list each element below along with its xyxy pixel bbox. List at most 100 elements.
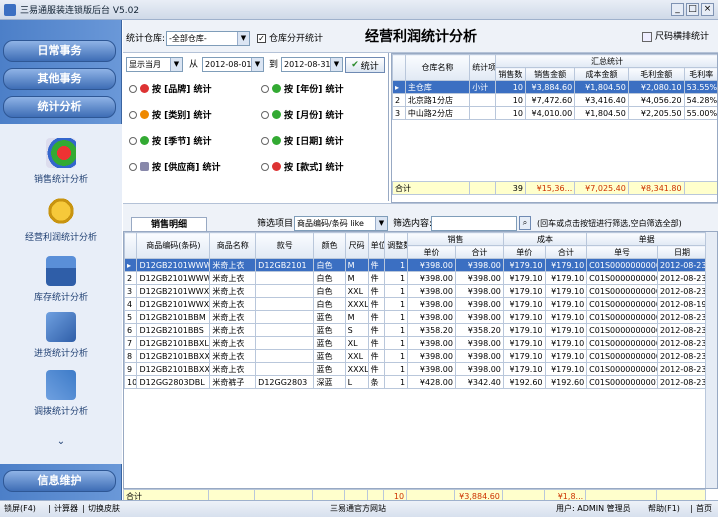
stat-button-label: 统计	[360, 61, 379, 72]
col-unit: 单位	[367, 232, 386, 259]
green-leaf-icon	[272, 84, 281, 93]
option-year[interactable]: 按 [年份] 统计	[261, 82, 344, 95]
col-sales-group: 销售	[407, 232, 504, 246]
table-row[interactable]: 4D12GB2101WWXXXL米奇上衣白色XXXL件1¥398.00¥398.…	[124, 297, 708, 311]
nav-other[interactable]: 其他事务	[3, 68, 116, 90]
warehouse-select[interactable]: -全部仓库- ▼	[166, 31, 250, 46]
option-date[interactable]: 按 [日期] 统计	[261, 134, 344, 147]
maximize-icon[interactable]: □	[686, 3, 699, 16]
period-select[interactable]: 显示当月 ▼	[126, 57, 183, 72]
table-row[interactable]: 7 D12GB2101BBXL 米奇上衣 蓝色 XL 件 1 ¥398.00 ¥398.00 ¥1…	[124, 336, 708, 350]
app-logo-icon	[4, 3, 16, 16]
option-brand[interactable]: 按 [品牌] 统计	[129, 82, 212, 95]
official-site-link[interactable]: 三易通官方网站	[330, 501, 386, 517]
option-label: 按 [季节] 统计	[152, 137, 212, 147]
stats-module-list: 销售统计分析 经营利润统计分析 库存统计分析 进货统计分析 调拨统计分析 ⌄	[0, 124, 122, 464]
from-label: 从	[189, 60, 199, 70]
col-order-no: 单号	[586, 245, 658, 259]
filter-go-button[interactable]: ⌕	[519, 216, 531, 230]
stat-button[interactable]: ✔ 统计	[345, 57, 385, 73]
switch-skin-link[interactable]: 切换皮肤	[88, 501, 120, 517]
transfer-icon	[46, 370, 76, 400]
purchase-icon	[46, 312, 76, 342]
col-sales-price: 单价	[407, 245, 456, 259]
help-link[interactable]: 帮助(F1)	[648, 501, 680, 517]
table-row[interactable]: 3 中山路2分店 10 ¥4,010.00 ¥1,804.50 ¥2,205.50 55.…	[392, 106, 717, 120]
summary-table: 仓库名称 统计项目 汇总统计 销售数 销售金额 成本金额 毛利金额 毛利率 ▸主…	[391, 53, 718, 203]
col-product-code: 商品编码(条码)	[136, 232, 211, 259]
box-icon	[140, 162, 149, 171]
summary-total-row: 合计 39 ¥15,36... ¥7,025.40 ¥8,341.80	[392, 181, 717, 195]
module-purchase-stats[interactable]: 进货统计分析	[0, 312, 122, 359]
calculator-link[interactable]: 计算器	[54, 501, 78, 517]
table-row[interactable]: 9D12GB2101BBXXXL米奇上衣蓝色XXXL件1¥398.00¥398.…	[124, 362, 708, 376]
table-row[interactable]: 6 D12GB2101BBS 米奇上衣 蓝色 S 件 1 ¥358.20 ¥358.20 ¥179…	[124, 323, 708, 337]
warehouse-label: 统计仓库:	[126, 34, 166, 44]
col-cost-group: 成本	[502, 232, 588, 246]
option-label: 按 [供应商] 统计	[152, 163, 221, 173]
table-row[interactable]: ▸ D12GB2101WWW 米奇上衣 D12GB2101 白色 M 件 1 ¥398.00 ¥3…	[124, 258, 708, 272]
option-label: 按 [类别] 统计	[152, 111, 212, 121]
tab-sales-detail[interactable]: 销售明细	[131, 217, 207, 232]
size-horizontal-toggle[interactable]: 尺码横排统计	[655, 31, 709, 43]
col-cost-total: 合计	[544, 245, 588, 259]
col-cost-price: 单价	[502, 245, 546, 259]
sep: |	[690, 504, 693, 513]
home-link[interactable]: 首页	[696, 501, 712, 517]
table-row[interactable]: ▸ 主仓库 小计 10 ¥3,884.60 ¥1,804.50 ¥2,080.10 53.5…	[392, 80, 717, 94]
module-profit-stats[interactable]: 经营利润统计分析	[0, 196, 122, 243]
table-row[interactable]: 8 D12GB2101BBXXL 米奇上衣 蓝色 XXL 件 1 ¥398.00 ¥398.00…	[124, 349, 708, 363]
nav-daily[interactable]: 日常事务	[3, 40, 116, 62]
filter-item-value: 商品编码/条码 like	[297, 219, 364, 228]
split-checkbox[interactable]: ✓	[257, 34, 266, 43]
module-sales-stats[interactable]: 销售统计分析	[0, 138, 122, 185]
option-label: 按 [年份] 统计	[284, 85, 344, 95]
sidebar: 日常事务 其他事务 统计分析 销售统计分析 经营利润统计分析 库存统计分析 进货…	[0, 20, 122, 500]
lock-screen-link[interactable]: 锁屏(F4)	[4, 501, 36, 517]
table-row[interactable]: 5 D12GB2101BBM 米奇上衣 蓝色 M 件 1 ¥398.00 ¥398.00 ¥179…	[124, 310, 708, 324]
main-panel: 统计仓库: -全部仓库- ▼ ✓ 仓库分开统计 经营利润统计分析 尺码横排统计 …	[122, 20, 718, 503]
chevron-down-icon: ▼	[237, 32, 249, 45]
to-label: 到	[269, 60, 279, 70]
green-leaf-icon	[272, 110, 281, 119]
from-date-picker[interactable]: 2012-08-01 ▼	[202, 57, 264, 72]
option-category[interactable]: 按 [类别] 统计	[129, 108, 212, 121]
table-row[interactable]: 10 D12GG2803DBL 米奇裤子 D12GG2803 深蓝 L 条 1 ¥428.00 ¥…	[124, 375, 708, 389]
option-supplier[interactable]: 按 [供应商] 统计	[129, 160, 221, 173]
option-label: 按 [品牌] 统计	[152, 85, 212, 95]
filter-content-input[interactable]	[431, 216, 517, 231]
option-month[interactable]: 按 [月份] 统计	[261, 108, 344, 121]
title-bar: 三易通服装连锁版后台 V5.02 _ □ ×	[0, 0, 718, 20]
table-row[interactable]: 2 北京路1分店 10 ¥7,472.60 ¥3,416.40 ¥4,056.20 54.…	[392, 93, 717, 107]
table-row[interactable]: 3D12GB2101WWXXL米奇上衣白色XXL件1¥398.00¥398.00…	[124, 284, 708, 298]
col-profit-amount: 毛利金额	[627, 67, 685, 81]
col-profit-rate: 毛利率	[683, 67, 717, 81]
nav-info-maintenance[interactable]: 信息维护	[3, 470, 116, 492]
module-label: 经营利润统计分析	[24, 233, 97, 243]
close-icon[interactable]: ×	[701, 3, 714, 16]
option-style[interactable]: 按 [款式] 统计	[261, 160, 344, 173]
module-stock-stats[interactable]: 库存统计分析	[0, 256, 122, 303]
size-grid-icon	[642, 32, 652, 42]
app-title: 三易通服装连锁版后台 V5.02	[20, 6, 140, 16]
filter-item-select[interactable]: 商品编码/条码 like ▼	[294, 216, 388, 231]
nav-stats[interactable]: 统计分析	[3, 96, 116, 118]
from-date: 2012-08-01	[205, 60, 252, 69]
col-stat-item: 统计项目	[469, 54, 496, 81]
module-transfer-stats[interactable]: 调拨统计分析	[0, 370, 122, 417]
to-date-picker[interactable]: 2012-08-31 ▼	[281, 57, 343, 72]
red-dot-icon	[140, 84, 149, 93]
option-season[interactable]: 按 [季节] 统计	[129, 134, 212, 147]
to-date: 2012-08-31	[284, 60, 331, 69]
filter-panel: 显示当月 ▼ 从 2012-08-01 ▼ 到 2012-08-31 ▼ ✔ 统…	[123, 53, 389, 201]
row-indicator-header	[392, 54, 406, 81]
table-row[interactable]: 2 D12GB2101WWW 米奇上衣 白色 M 件 1 ¥398.00 ¥398.00 ¥179…	[124, 271, 708, 285]
warehouse-icon	[46, 256, 76, 286]
red-dot-icon	[272, 162, 281, 171]
sep: |	[82, 504, 85, 513]
chevron-down-icon: ▼	[170, 58, 182, 71]
col-warehouse-name: 仓库名称	[404, 54, 471, 81]
detail-scrollbar[interactable]	[705, 232, 717, 488]
minimize-icon[interactable]: _	[671, 3, 684, 16]
scroll-down-icon[interactable]: ⌄	[0, 436, 122, 447]
